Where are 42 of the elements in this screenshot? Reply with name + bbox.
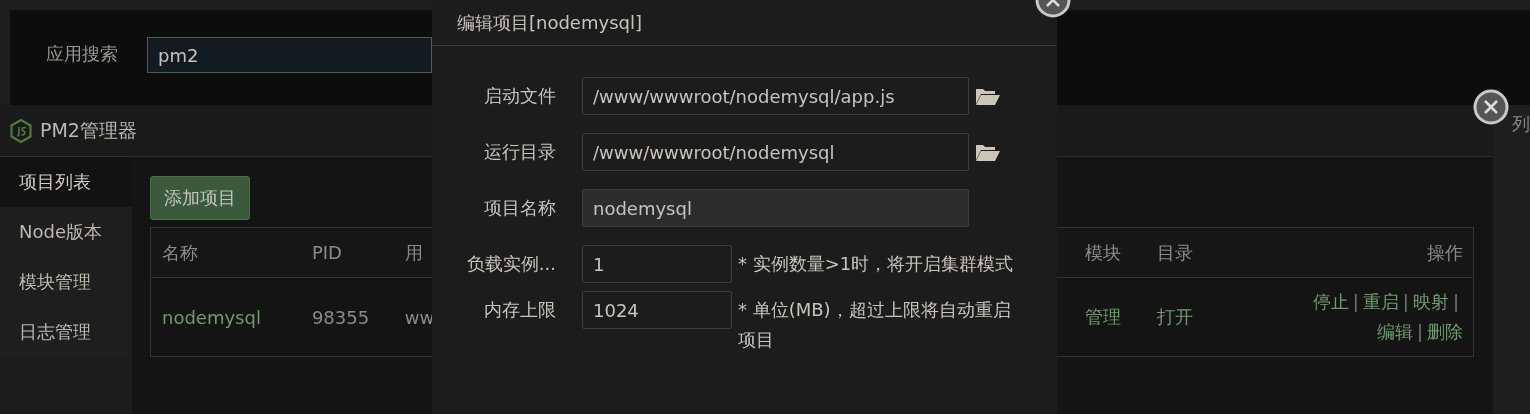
input-field[interactable]: /www/wwwroot/nodemysql/app.js bbox=[582, 77, 969, 115]
search-label: 应用搜索 bbox=[46, 42, 118, 66]
field-label: 负载实例... bbox=[465, 252, 556, 276]
dialog-title: 编辑项目[nodemysql] bbox=[457, 10, 642, 35]
search-field[interactable]: pm2 bbox=[147, 37, 432, 73]
column-header: 操作 bbox=[1256, 227, 1474, 278]
column-header: PID bbox=[300, 227, 394, 278]
window-title: PM2管理器 bbox=[40, 117, 137, 143]
sidebar-item[interactable]: 项目列表 bbox=[0, 157, 132, 207]
action-link[interactable]: 停止 bbox=[1312, 291, 1349, 312]
action-link[interactable]: 删除 bbox=[1427, 321, 1463, 342]
input-field[interactable]: 1 bbox=[582, 245, 732, 283]
action-link[interactable]: 编辑 bbox=[1376, 321, 1413, 342]
field-label: 项目名称 bbox=[483, 196, 556, 220]
nodejs-logo-icon bbox=[10, 118, 32, 143]
column-header: 目录 bbox=[1146, 227, 1256, 278]
field-label: 运行目录 bbox=[483, 140, 556, 164]
column-header: 模块 bbox=[1074, 227, 1147, 278]
input-field[interactable]: nodemysql bbox=[582, 189, 969, 227]
separator: | bbox=[1352, 291, 1359, 312]
close-icon[interactable] bbox=[1473, 89, 1509, 125]
action-link[interactable]: 映射 bbox=[1412, 291, 1449, 312]
field-label: 启动文件 bbox=[483, 84, 556, 108]
separator: | bbox=[1452, 291, 1459, 312]
column-header: 列 bbox=[1512, 112, 1530, 136]
separator: | bbox=[1402, 291, 1409, 312]
folder-icon[interactable] bbox=[975, 142, 1001, 162]
input-field[interactable]: 1024 bbox=[582, 291, 732, 329]
field-label: 内存上限 bbox=[483, 298, 556, 322]
action-link[interactable]: 重启 bbox=[1362, 291, 1399, 312]
hint-text: * 实例数量>1时，将开启集群模式 bbox=[738, 252, 1015, 276]
add-project-button[interactable]: 添加项目 bbox=[150, 176, 250, 220]
open-link[interactable]: 打开 bbox=[1157, 306, 1194, 327]
table-cell: ww bbox=[404, 306, 435, 328]
input-field[interactable]: /www/wwwroot/nodemysql bbox=[582, 133, 969, 171]
folder-icon[interactable] bbox=[975, 86, 1001, 106]
project-name: nodemysql bbox=[150, 277, 301, 357]
column-header: 名称 bbox=[150, 227, 301, 278]
separator: | bbox=[1416, 321, 1423, 342]
table-cell: 98355 bbox=[300, 277, 394, 357]
hint-text: * 单位(MB)，超过上限将自动重启项目 bbox=[738, 298, 1012, 352]
manage-link[interactable]: 管理 bbox=[1085, 306, 1122, 327]
